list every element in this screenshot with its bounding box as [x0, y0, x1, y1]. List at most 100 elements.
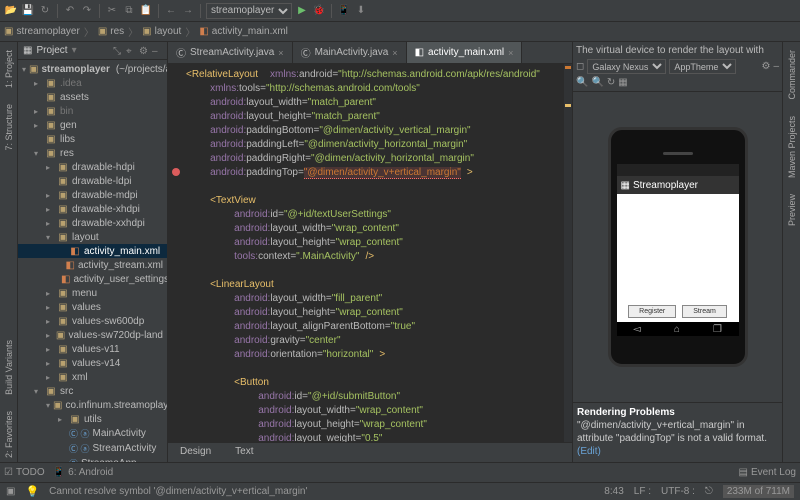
cut-icon[interactable]: ✂ [105, 4, 119, 18]
theme-select[interactable]: AppTheme [669, 59, 736, 74]
right-tool-strip: Commander Maven Projects Preview [782, 42, 800, 462]
hide-icon[interactable]: – [152, 46, 162, 56]
tree-item[interactable]: ▸▣drawable-xhdpi [18, 202, 167, 216]
editor-tabs: ⒸStreamActivity.java×ⒸMainActivity.java×… [168, 42, 572, 64]
tree-root[interactable]: ▾▣ streamoplayer(~/projects/android/ [18, 62, 167, 76]
tree-item[interactable]: ▸▣values-sw720dp-land [18, 328, 167, 342]
tree-item[interactable]: ▸▣drawable-mdpi [18, 188, 167, 202]
tab-todo[interactable]: ☑ TODO [4, 467, 45, 478]
project-panel: ▦Project▾ ⤡ ⌖ ⚙ – ▾▣ streamoplayer(~/pro… [18, 42, 168, 462]
scroll-icon[interactable]: ⌖ [126, 46, 136, 56]
tab-structure[interactable]: 7: Structure [2, 100, 16, 155]
run-config-select[interactable]: streamoplayer [206, 3, 292, 19]
tree-item[interactable]: ▾▣layout [18, 230, 167, 244]
status-message: Cannot resolve symbol '@dimen/activity_v… [49, 486, 307, 497]
tree-item[interactable]: ▸▣utils [18, 412, 167, 426]
encoding[interactable]: UTF-8 : [661, 486, 695, 497]
tree-item[interactable]: ◧activity_stream.xml [18, 258, 167, 272]
device-frame: ▦Streamoplayer Register Stream ◅⌂❐ [608, 127, 748, 367]
toggle-tools-icon[interactable]: ▣ [6, 486, 15, 497]
tree-item[interactable]: Ⓒ ⓐ StreamActivity [18, 441, 167, 456]
tab-commander[interactable]: Commander [785, 46, 799, 104]
editor-tab[interactable]: ⒸMainActivity.java× [293, 42, 407, 63]
tree-item[interactable]: ▸▣values [18, 300, 167, 314]
tree-item[interactable]: ▣drawable-ldpi [18, 174, 167, 188]
device-select[interactable]: Galaxy Nexus [587, 59, 666, 74]
editor-tab[interactable]: ⒸStreamActivity.java× [168, 42, 293, 63]
memory-indicator[interactable]: 233M of 711M [723, 485, 794, 498]
tab-build-variants[interactable]: Build Variants [2, 336, 16, 399]
bulb-icon[interactable]: 💡 [25, 485, 39, 498]
status-bar [617, 164, 739, 176]
project-tree[interactable]: ▾▣ streamoplayer(~/projects/android/ ▸▣.… [18, 60, 167, 462]
back-icon[interactable]: ← [164, 4, 178, 18]
tree-item[interactable]: ▸▣drawable-hdpi [18, 160, 167, 174]
tab-text[interactable]: Text [223, 443, 265, 462]
tree-item[interactable]: ▸▣xml [18, 370, 167, 384]
zoom-out-icon[interactable]: 🔍 [576, 77, 588, 88]
run-icon[interactable]: ▶ [295, 4, 309, 18]
tree-item[interactable]: ▾▣co.infinum.streamoplayer [18, 398, 167, 412]
tree-item[interactable]: ▸▣drawable-xxhdpi [18, 216, 167, 230]
tab-favorites[interactable]: 2: Favorites [2, 407, 16, 462]
tree-item[interactable]: ◧activity_main.xml [18, 244, 167, 258]
stream-button[interactable]: Stream [682, 305, 727, 318]
refresh-icon[interactable]: ↻ [607, 77, 615, 88]
avd-icon[interactable]: 📱 [337, 4, 351, 18]
project-icon: ▦ [23, 45, 32, 56]
crumb[interactable]: ◧activity_main.xml [199, 26, 288, 37]
save-icon[interactable]: 💾 [21, 4, 35, 18]
tab-maven[interactable]: Maven Projects [785, 112, 799, 182]
redo-icon[interactable]: ↷ [80, 4, 94, 18]
collapse-icon[interactable]: ⤡ [113, 46, 123, 56]
editor-area: ⒸStreamActivity.java×ⒸMainActivity.java×… [168, 42, 572, 462]
tree-item[interactable]: ▸▣.idea [18, 76, 167, 90]
tree-item[interactable]: ▸▣menu [18, 286, 167, 300]
debug-icon[interactable]: 🐞 [312, 4, 326, 18]
tree-item[interactable]: ▸▣values-sw600dp [18, 314, 167, 328]
tree-item[interactable]: ▸▣values-v11 [18, 342, 167, 356]
edit-link[interactable]: (Edit) [577, 446, 601, 457]
code-editor[interactable]: <RelativeLayout xmlns:android="http://sc… [168, 64, 572, 442]
left-tool-strip: 1: Project 7: Structure Build Variants 2… [0, 42, 18, 462]
tree-item[interactable]: ◧activity_user_settings.xml [18, 272, 167, 286]
tab-android[interactable]: 📱 6: Android [53, 467, 114, 478]
tree-item[interactable]: ▣assets [18, 90, 167, 104]
tree-item[interactable]: ▸▣bin [18, 104, 167, 118]
gear-icon[interactable]: ⚙ [139, 46, 149, 56]
forward-icon[interactable]: → [181, 4, 195, 18]
tab-eventlog[interactable]: ▤ Event Log [739, 467, 797, 478]
tree-item[interactable]: Ⓒ ⓐ MainActivity [18, 426, 167, 441]
tab-preview[interactable]: Preview [785, 190, 799, 230]
line-sep[interactable]: LF : [634, 486, 651, 497]
orientation-icon[interactable]: ◻ [576, 61, 584, 72]
tree-item[interactable]: ▣libs [18, 132, 167, 146]
gear-icon[interactable]: ⚙ [761, 61, 770, 72]
open-icon[interactable]: 📂 [4, 4, 18, 18]
crumb[interactable]: ▣streamoplayer [4, 26, 80, 37]
paste-icon[interactable]: 📋 [139, 4, 153, 18]
zoom-in-icon[interactable]: 🔍 [591, 77, 603, 88]
refresh-icon[interactable]: ↻ [38, 4, 52, 18]
tree-item[interactable]: ▾▣res [18, 146, 167, 160]
tab-project[interactable]: 1: Project [2, 46, 16, 92]
register-button[interactable]: Register [628, 305, 676, 318]
close-icon[interactable]: × [392, 48, 397, 58]
sdk-icon[interactable]: ⬇ [354, 4, 368, 18]
editor-tab[interactable]: ◧activity_main.xml× [407, 42, 523, 63]
copy-icon[interactable]: ⧉ [122, 4, 136, 18]
preview-panel: The virtual device to render the layout … [572, 42, 782, 462]
tree-item[interactable]: ▸▣values-v14 [18, 356, 167, 370]
tree-item[interactable]: ▾▣src [18, 384, 167, 398]
undo-icon[interactable]: ↶ [63, 4, 77, 18]
hide-icon[interactable]: – [773, 61, 779, 72]
preview-hint: The virtual device to render the layout … [576, 45, 779, 56]
crumb[interactable]: ▣layout [142, 26, 181, 37]
tree-item[interactable]: ▸▣gen [18, 118, 167, 132]
crumb[interactable]: ▣res [98, 26, 124, 37]
tab-design[interactable]: Design [168, 443, 223, 462]
error-stripe[interactable] [564, 64, 572, 442]
crop-icon[interactable]: ▦ [618, 77, 627, 88]
close-icon[interactable]: × [278, 48, 283, 58]
close-icon[interactable]: × [508, 48, 513, 58]
